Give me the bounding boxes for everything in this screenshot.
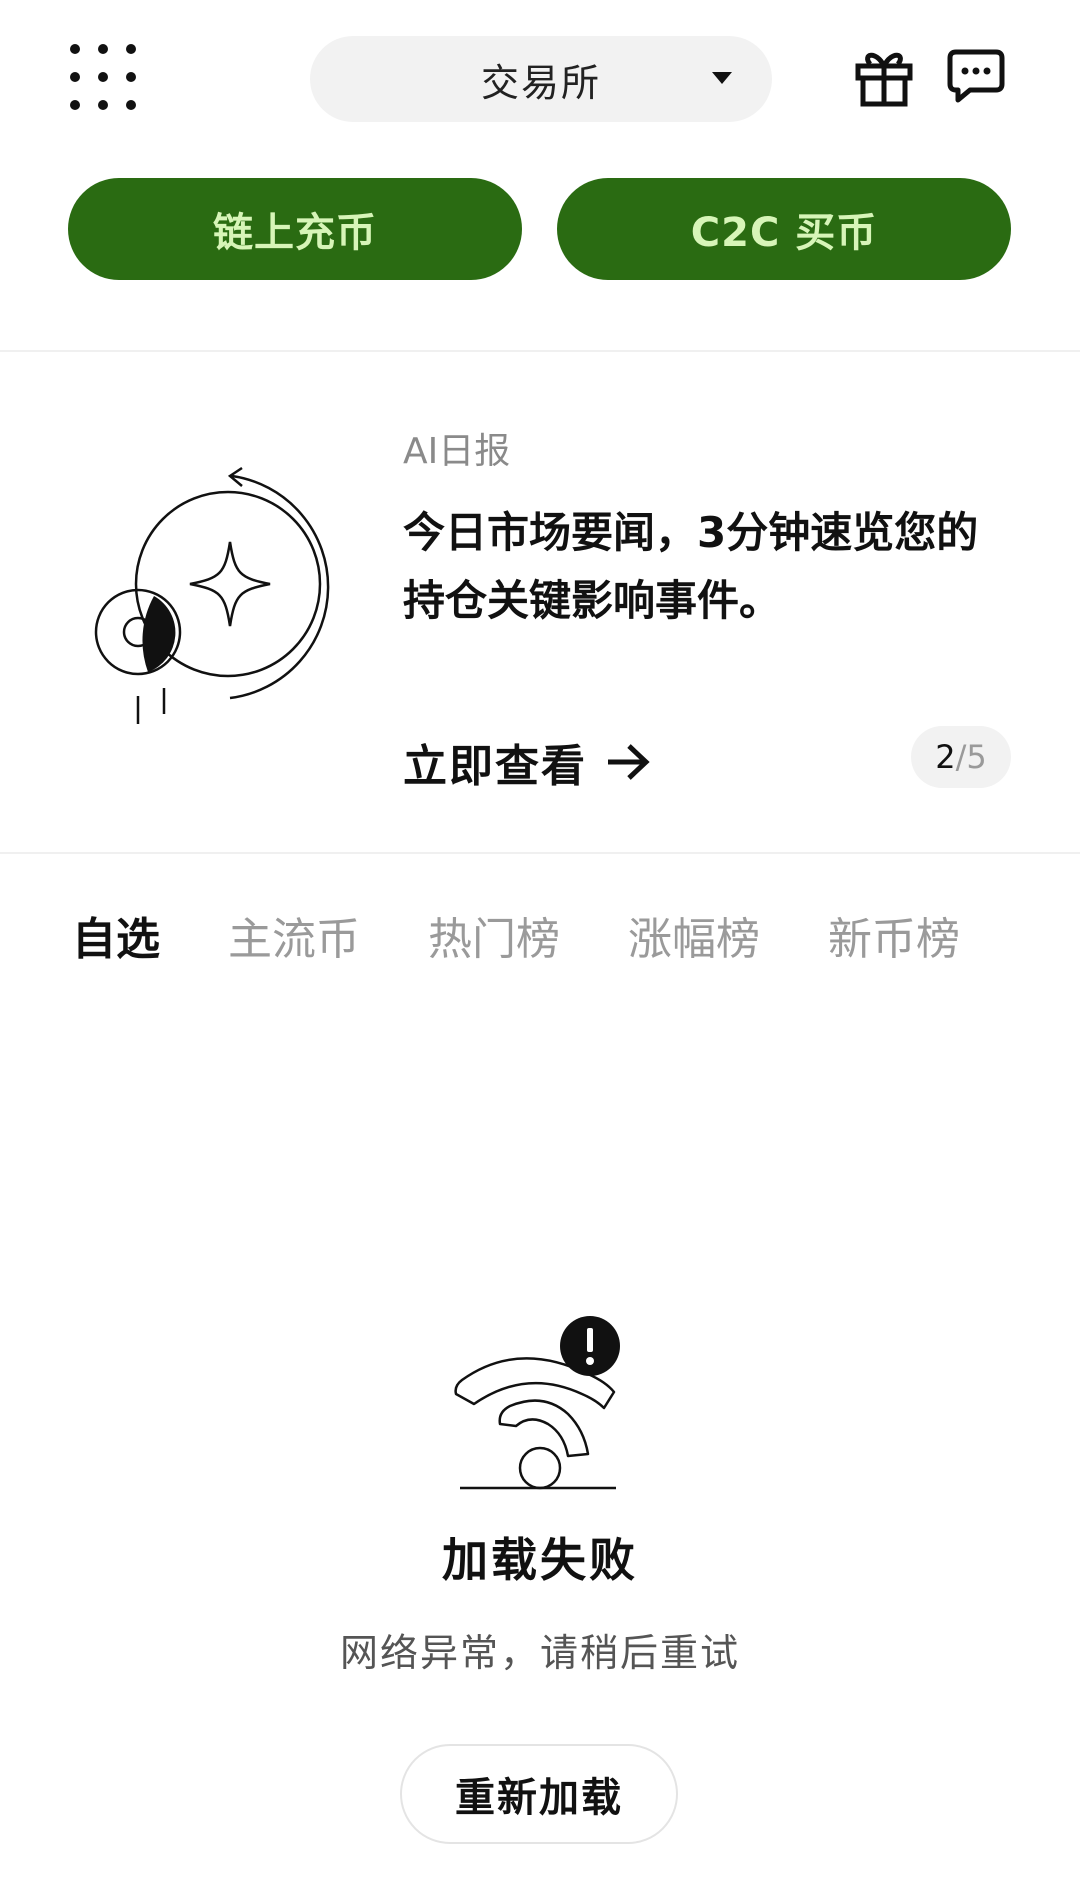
load-error-state: 加载失败 网络异常，请稍后重试 重新加载 xyxy=(0,1310,1080,1870)
banner-headline: 今日市场要闻，3分钟速览您的持仓关键影响事件。 xyxy=(403,508,979,625)
c2c-buy-button[interactable]: C2C 买币 xyxy=(557,178,1011,280)
reload-button[interactable]: 重新加载 xyxy=(400,1744,678,1844)
arrow-right-icon xyxy=(608,744,650,780)
banner-page-total: 5 xyxy=(966,738,987,776)
tab-watchlist[interactable]: 自选 xyxy=(72,903,160,967)
mode-selector-label: 交易所 xyxy=(480,60,601,105)
error-title: 加载失败 xyxy=(442,1533,638,1587)
grid-menu-icon[interactable] xyxy=(70,44,136,110)
ai-daily-banner[interactable]: AI日报 今日市场要闻，3分钟速览您的持仓关键影响事件。 立即查看 2/5 xyxy=(0,354,1080,850)
coin-sparkle-illustration xyxy=(94,466,330,724)
c2c-buy-label: C2C 买币 xyxy=(690,210,878,256)
tab-gainers[interactable]: 涨幅榜 xyxy=(628,903,760,967)
reload-label: 重新加载 xyxy=(455,1775,623,1821)
chat-bubble-icon[interactable] xyxy=(946,48,1006,106)
gift-icon[interactable] xyxy=(854,46,914,108)
banner-tag: AI日报 xyxy=(403,431,511,472)
tab-mainstream[interactable]: 主流币 xyxy=(228,903,360,967)
tab-new-listings[interactable]: 新币榜 xyxy=(828,903,960,967)
divider xyxy=(0,350,1080,352)
wifi-error-icon xyxy=(454,1316,620,1490)
caret-down-icon xyxy=(712,72,732,84)
divider xyxy=(0,852,1080,854)
error-subtitle: 网络异常，请稍后重试 xyxy=(339,1631,740,1675)
banner-page-separator: / xyxy=(955,738,967,776)
tab-hot[interactable]: 热门榜 xyxy=(428,903,560,967)
mode-selector[interactable]: 交易所 xyxy=(310,36,772,122)
view-now-label: 立即查看 xyxy=(403,741,587,792)
view-now-link[interactable]: 立即查看 xyxy=(403,730,651,794)
top-bar: 交易所 xyxy=(0,0,1080,160)
banner-page-current: 2 xyxy=(935,738,956,776)
market-tabs: 自选 主流币 热门榜 涨幅榜 新币榜 xyxy=(72,900,1012,970)
onchain-deposit-button[interactable]: 链上充币 xyxy=(68,178,522,280)
banner-page-indicator: 2/5 xyxy=(911,726,1011,788)
onchain-deposit-label: 链上充币 xyxy=(213,210,377,256)
